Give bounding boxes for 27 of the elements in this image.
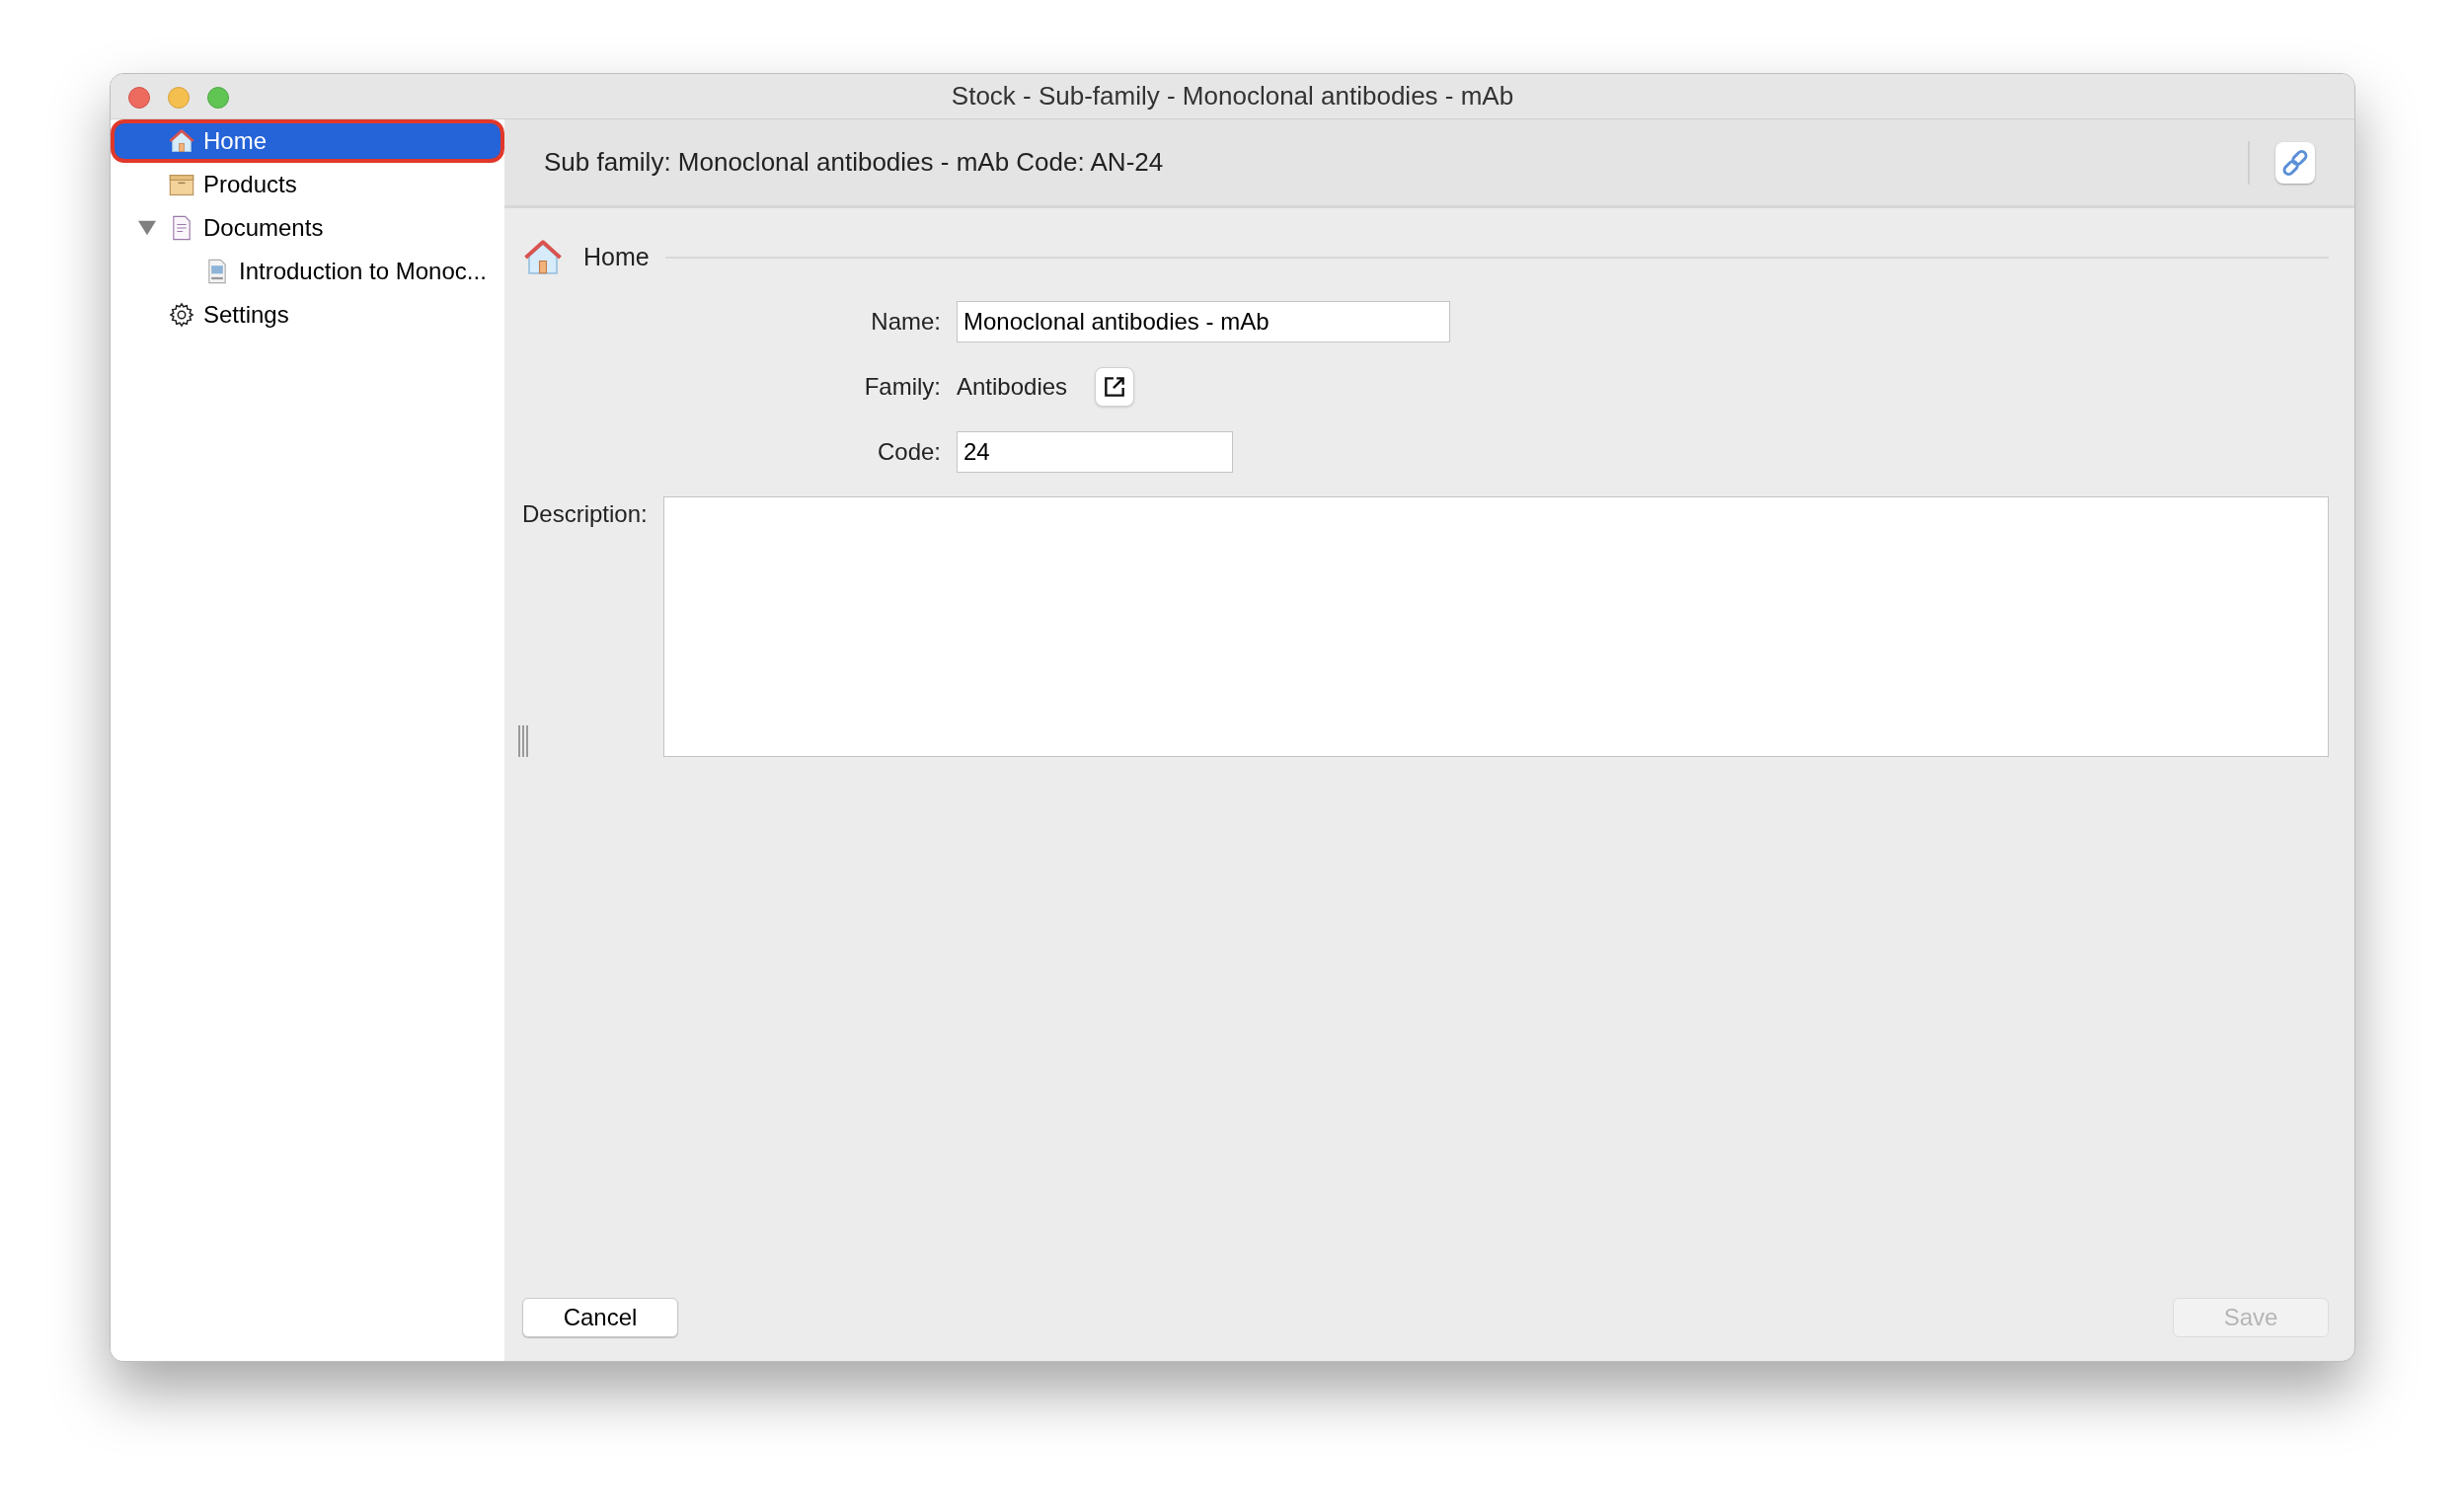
chain-link-icon [2280, 147, 2310, 178]
field-value: Antibodies [957, 372, 1068, 402]
splitter-handle[interactable] [518, 725, 528, 757]
minimize-button[interactable] [168, 87, 190, 109]
header-title: Sub family: Monoclonal antibodies - mAb Code: AN-24 [544, 146, 1165, 179]
settings-icon [168, 301, 195, 329]
zoom-button[interactable] [207, 87, 229, 109]
text-field[interactable]: 24 [957, 431, 1233, 473]
text-field[interactable]: Monoclonal antibodies - mAb [957, 301, 1450, 342]
sidebar-item[interactable]: Home [111, 119, 504, 163]
field-label: Code: [876, 437, 942, 467]
description-field[interactable] [662, 496, 2329, 757]
close-button[interactable] [128, 87, 150, 109]
house-icon [168, 127, 195, 155]
disclosure-triangle-icon[interactable] [138, 219, 156, 237]
window-title: Stock - Sub-family - Monoclonal antibodies - mAb [951, 80, 1514, 113]
dialog-button[interactable]: Cancel [522, 1298, 678, 1337]
link-button[interactable] [2275, 141, 2315, 184]
section-title: Home [583, 242, 650, 273]
sidebar-item[interactable]: Settings [111, 293, 504, 337]
field-label: Family: [863, 372, 942, 402]
sidebar-item[interactable]: Introduction to Monoc... [111, 250, 504, 293]
sidebar-item[interactable]: Products [111, 163, 504, 206]
sidebar-item[interactable]: Documents [111, 206, 504, 250]
field-label: Description: [522, 500, 649, 527]
field-label: Name: [870, 307, 942, 337]
open-link-button[interactable] [1095, 367, 1135, 407]
